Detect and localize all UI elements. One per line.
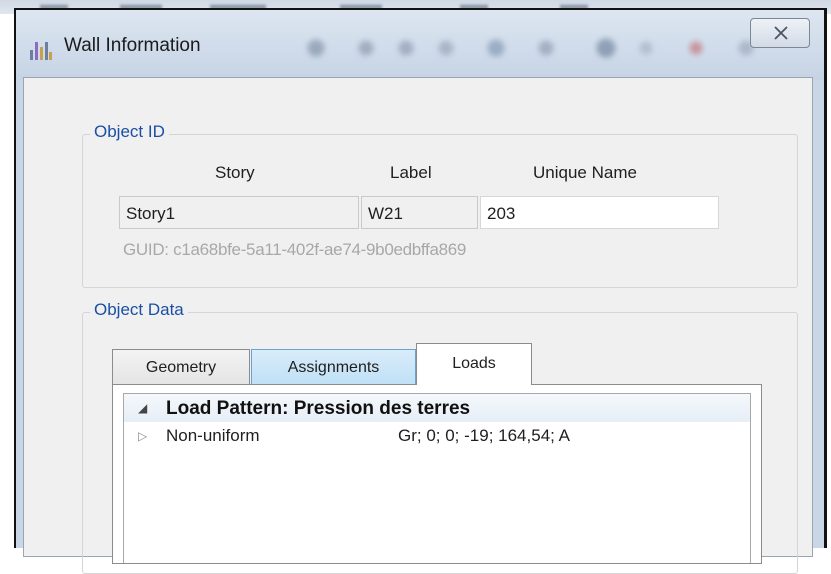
load-pattern-row[interactable]: ◢ Load Pattern: Pression des terres bbox=[124, 394, 750, 422]
story-header: Story bbox=[215, 163, 255, 182]
load-value: Gr; 0; 0; -19; 164,54; A bbox=[398, 426, 570, 445]
close-button[interactable] bbox=[750, 18, 810, 48]
tab-loads[interactable]: Loads bbox=[416, 343, 532, 385]
close-icon bbox=[774, 26, 788, 40]
app-icon bbox=[30, 42, 52, 60]
label-field: W21 bbox=[361, 196, 478, 229]
wall-information-dialog: Wall Information Object ID Story Label U… bbox=[14, 8, 827, 574]
loads-tree[interactable]: ◢ Load Pattern: Pression des terres ▷ No… bbox=[123, 393, 751, 563]
dialog-body: Object ID Story Label Unique Name Story1… bbox=[23, 77, 813, 574]
tab-assignments[interactable]: Assignments bbox=[251, 349, 416, 385]
collapsed-triangle-icon[interactable]: ▷ bbox=[138, 429, 147, 443]
unique-name-header: Unique Name bbox=[533, 163, 637, 182]
load-type-label: Non-uniform bbox=[166, 426, 260, 445]
unique-name-input[interactable]: 203 bbox=[480, 196, 719, 229]
background-toolbar-blur bbox=[286, 36, 806, 62]
load-pattern-title: Load Pattern: Pression des terres bbox=[166, 398, 471, 419]
label-header: Label bbox=[390, 163, 432, 182]
loads-tab-panel: ◢ Load Pattern: Pression des terres ▷ No… bbox=[112, 384, 762, 564]
title-bar[interactable]: Wall Information bbox=[16, 10, 824, 80]
object-id-title: Object ID bbox=[90, 122, 169, 142]
object-data-title: Object Data bbox=[90, 300, 188, 320]
load-row[interactable]: ▷ Non-uniform Gr; 0; 0; -19; 164,54; A bbox=[124, 424, 750, 450]
guid-text: GUID: c1a68bfe-5a11-402f-ae74-9b0edbffa8… bbox=[123, 240, 467, 259]
expanded-triangle-icon[interactable]: ◢ bbox=[138, 401, 147, 415]
story-field: Story1 bbox=[119, 196, 359, 229]
window-title: Wall Information bbox=[64, 35, 201, 56]
tab-geometry[interactable]: Geometry bbox=[112, 349, 250, 385]
